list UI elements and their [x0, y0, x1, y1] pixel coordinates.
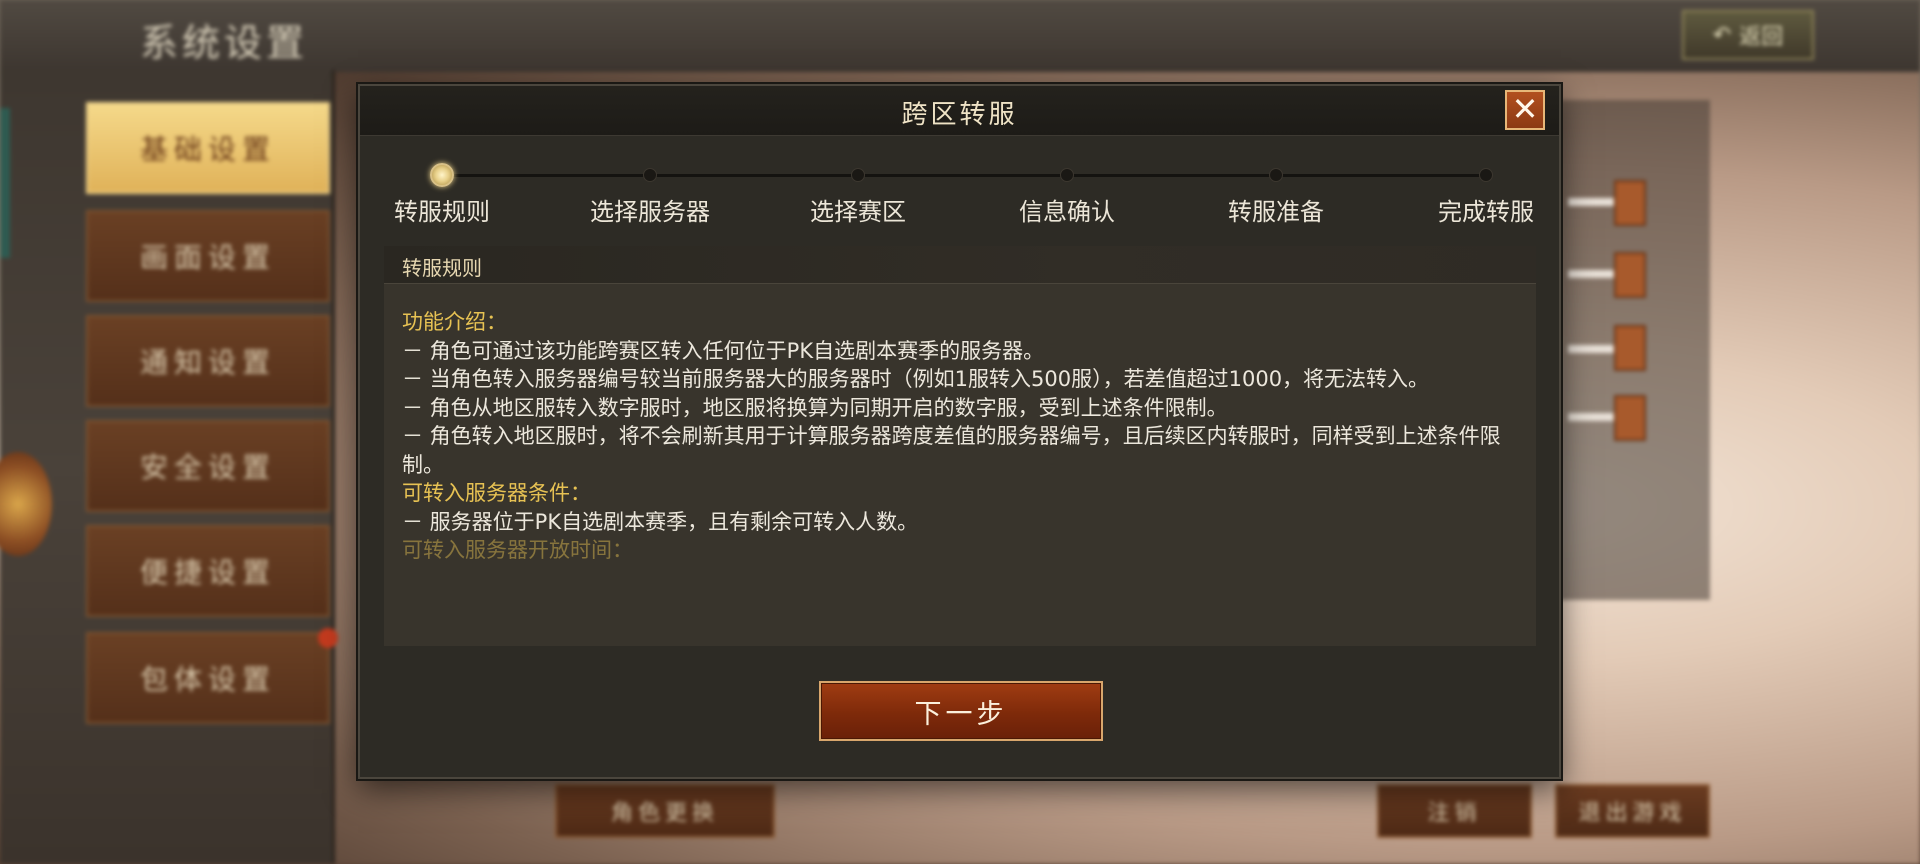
section-heading-intro: 功能介绍： [402, 310, 507, 334]
button-label: 注销 [1427, 801, 1482, 826]
tab-notification-settings[interactable]: 通知设置 [86, 315, 330, 407]
panel-header: 转服规则 [384, 246, 1536, 284]
slider-handle[interactable] [1614, 180, 1646, 226]
step-dot-4 [1060, 168, 1074, 182]
rules-text-scroll[interactable]: 功能介绍： － 角色可通过该功能跨赛区转入任何位于PK自选剧本赛季的服务器。 －… [402, 308, 1522, 638]
step-dot-5 [1269, 168, 1283, 182]
slider-handle[interactable] [1614, 395, 1646, 441]
tab-package-settings[interactable]: 包体设置 [86, 628, 338, 724]
rule-line: － 角色从地区服转入数字服时，地区服将换算为同期开启的数字服，受到上述条件限制。 [402, 395, 1228, 420]
switch-character-button[interactable]: 角色更换 [555, 784, 775, 838]
rules-panel: 转服规则 功能介绍： － 角色可通过该功能跨赛区转入任何位于PK自选剧本赛季的服… [384, 246, 1536, 646]
tab-convenience-settings[interactable]: 便捷设置 [86, 525, 330, 617]
next-step-button[interactable]: 下一步 [819, 681, 1103, 741]
button-label: 退出游戏 [1578, 801, 1687, 826]
logout-button[interactable]: 注销 [1377, 784, 1532, 838]
button-label: 角色更换 [610, 801, 719, 826]
tab-basic-settings[interactable]: 基础设置 [86, 102, 330, 194]
side-strip [0, 108, 10, 258]
dialog-title: 跨区转服 [901, 100, 1018, 130]
exit-game-button[interactable]: 退出游戏 [1555, 784, 1710, 838]
step-label-select-region: 选择赛区 [810, 198, 906, 226]
step-label-select-server: 选择服务器 [590, 198, 710, 226]
next-step-label: 下一步 [914, 698, 1008, 730]
slider-handle[interactable] [1614, 325, 1646, 371]
tab-label: 基础设置 [139, 133, 276, 166]
step-dot-3 [851, 168, 865, 182]
step-dot-2 [643, 168, 657, 182]
settings-title: 系统设置 [140, 21, 309, 65]
server-transfer-dialog: 跨区转服 ✕ 转服规则 选择服务器 选择赛区 信息确认 转服准备 完成转服 转服… [358, 84, 1561, 779]
back-label: 返回 [1739, 25, 1784, 50]
tab-label: 便捷设置 [139, 556, 276, 589]
rule-line: － 当角色转入服务器编号较当前服务器大的服务器时（例如1服转入500服），若差值… [402, 367, 1430, 391]
tab-display-settings[interactable]: 画面设置 [86, 210, 330, 302]
tab-label: 包体设置 [139, 663, 276, 696]
top-bar: 系统设置 ↶ 返回 [0, 0, 1920, 72]
section-heading-open-time: 可转入服务器开放时间： [402, 538, 633, 562]
step-label-complete: 完成转服 [1438, 198, 1534, 226]
slider-handle[interactable] [1614, 252, 1646, 298]
panel-title: 转服规则 [402, 256, 482, 280]
rule-line: － 角色可通过该功能跨赛区转入任何位于PK自选剧本赛季的服务器。 [402, 338, 1045, 363]
rule-line: － 服务器位于PK自选剧本赛季，且有剩余可转入人数。 [402, 509, 919, 534]
step-dot-6 [1479, 168, 1493, 182]
tab-label: 通知设置 [139, 346, 276, 379]
step-dot-1 [430, 163, 454, 187]
step-label-rules: 转服规则 [394, 198, 490, 226]
step-label-confirm-info: 信息确认 [1019, 198, 1115, 226]
stepper-line [442, 174, 1483, 177]
rule-line: － 角色转入地区服时，将不会刷新其用于计算服务器跨度差值的服务器编号，且后续区内… [402, 424, 1501, 477]
back-button[interactable]: ↶ 返回 [1682, 10, 1814, 60]
tab-label: 安全设置 [139, 451, 276, 484]
close-icon[interactable]: ✕ [1505, 90, 1545, 130]
tab-label: 画面设置 [139, 241, 276, 274]
notification-dot [318, 628, 338, 648]
tab-security-settings[interactable]: 安全设置 [86, 420, 330, 512]
step-label-prepare: 转服准备 [1228, 198, 1324, 226]
section-heading-conditions: 可转入服务器条件： [402, 481, 591, 505]
dialog-header: 跨区转服 ✕ [360, 86, 1559, 136]
back-arrow-icon: ↶ [1712, 22, 1732, 48]
